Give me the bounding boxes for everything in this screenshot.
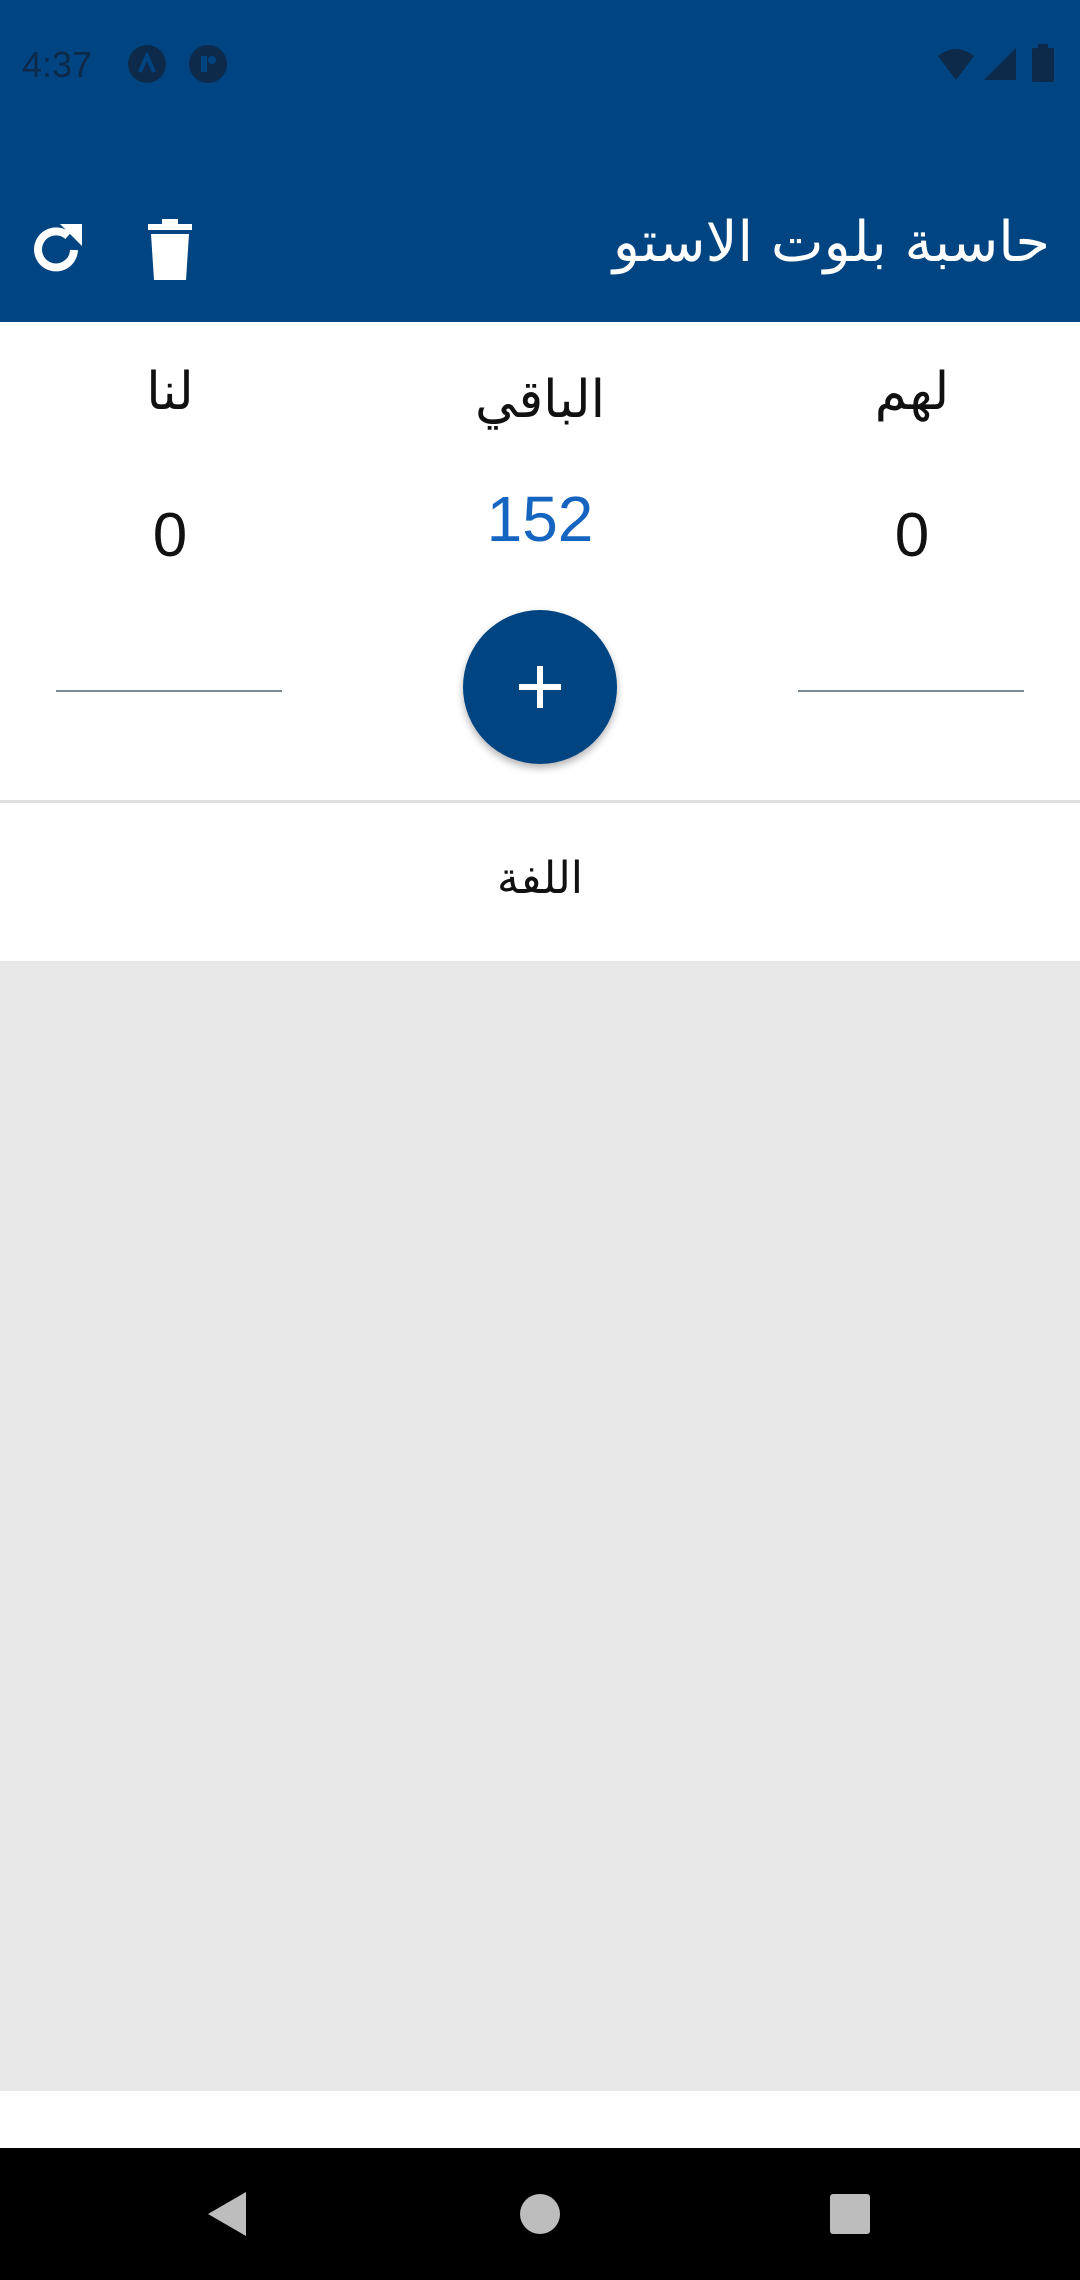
us-score-input[interactable] [56, 632, 282, 692]
score-panel: لهم الباقي لنا 0 152 0 [0, 322, 1080, 800]
recents-icon[interactable] [820, 2184, 880, 2244]
home-icon[interactable] [510, 2184, 570, 2244]
navigation-bar [0, 2148, 1080, 2280]
remaining-label: الباقي [474, 370, 606, 430]
back-icon[interactable] [196, 2184, 256, 2244]
signal-icon [984, 48, 1016, 80]
remaining-score: 152 [486, 483, 594, 555]
app-notification-icon-2 [189, 45, 227, 83]
battery-icon [1032, 44, 1054, 82]
rounds-list [0, 961, 1080, 2091]
us-label: لنا [146, 362, 194, 422]
them-score-input[interactable] [798, 632, 1024, 692]
rounds-header: اللفة [0, 803, 1080, 961]
app-notification-icon [128, 45, 166, 83]
add-round-button[interactable] [463, 610, 617, 764]
rounds-title: اللفة [496, 853, 584, 904]
wifi-icon [938, 49, 974, 80]
them-score: 0 [894, 501, 930, 570]
refresh-icon[interactable] [24, 218, 88, 282]
us-score: 0 [152, 501, 188, 570]
app-bar: حاسبة بلوت الاستو [0, 132, 1080, 322]
them-label: لهم [874, 362, 950, 422]
status-time: 4:37 [22, 44, 93, 85]
app-title: حاسبة بلوت الاستو [612, 210, 1050, 275]
status-bar: 4:37 [0, 0, 1080, 132]
delete-icon[interactable] [138, 218, 202, 282]
plus-icon [519, 666, 561, 708]
